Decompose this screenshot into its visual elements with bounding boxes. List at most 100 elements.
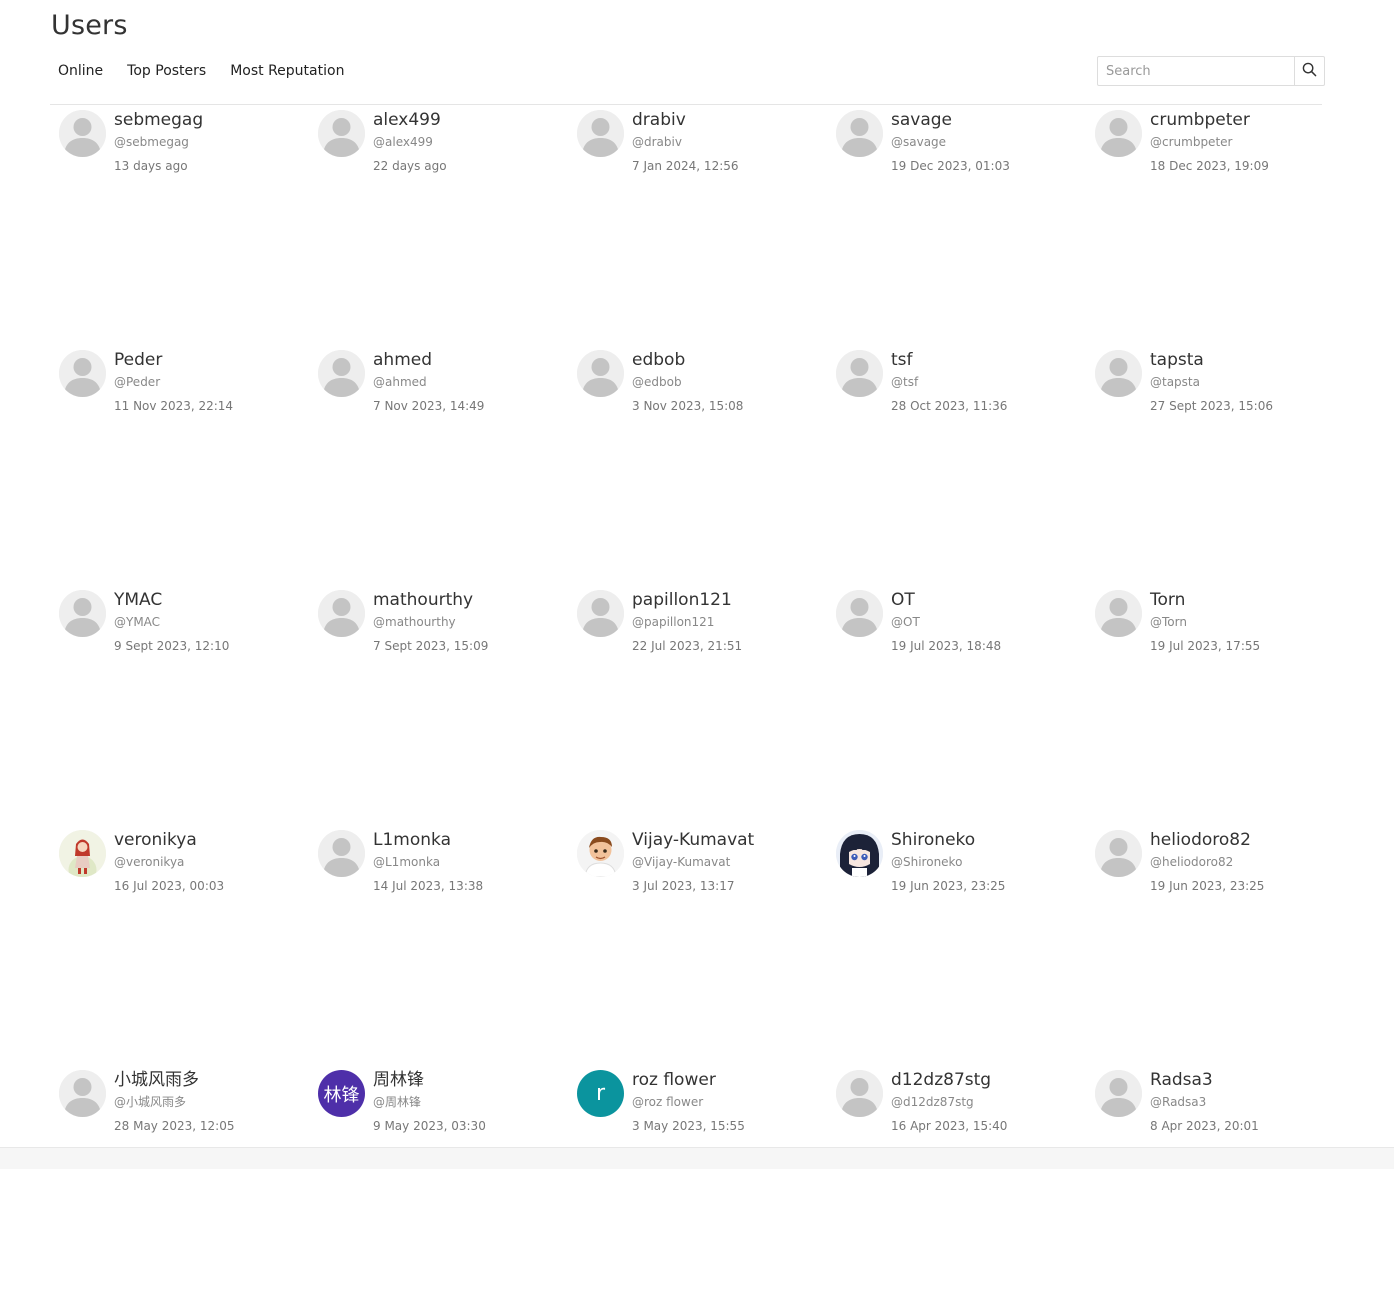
user-info: tsf @tsf 28 Oct 2023, 11:36 — [891, 350, 1007, 413]
page-title: Users — [51, 10, 128, 41]
user-name-link[interactable]: tapsta — [1150, 350, 1273, 370]
avatar[interactable] — [1095, 350, 1142, 397]
avatar[interactable] — [1095, 110, 1142, 157]
default-user-icon — [836, 110, 883, 157]
user-name-link[interactable]: alex499 — [373, 110, 447, 130]
default-user-icon — [1095, 110, 1142, 157]
avatar[interactable] — [577, 590, 624, 637]
user-name-link[interactable]: Torn — [1150, 590, 1260, 610]
avatar[interactable] — [59, 110, 106, 157]
user-name-link[interactable]: ahmed — [373, 350, 484, 370]
avatar[interactable] — [318, 830, 365, 877]
user-card: 林锋 周林锋 @周林锋 9 May 2023, 03:30 — [318, 1070, 577, 1310]
avatar[interactable] — [577, 110, 624, 157]
avatar[interactable] — [836, 830, 883, 877]
avatar[interactable] — [836, 110, 883, 157]
avatar[interactable] — [577, 350, 624, 397]
avatar[interactable]: r — [577, 1070, 624, 1117]
user-handle: @sebmegag — [114, 135, 189, 149]
avatar[interactable] — [577, 830, 624, 877]
tab-most-reputation[interactable]: Most Reputation — [222, 60, 352, 82]
user-info: savage @savage 19 Dec 2023, 01:03 — [891, 110, 1010, 173]
user-name-link[interactable]: roz flower — [632, 1070, 745, 1090]
user-card: papillon121 @papillon121 22 Jul 2023, 21:5… — [577, 590, 836, 830]
user-name-link[interactable]: OT — [891, 590, 1001, 610]
search-button[interactable] — [1295, 56, 1325, 86]
user-name-link[interactable]: savage — [891, 110, 1010, 130]
user-handle: @tapsta — [1150, 375, 1200, 389]
user-name-link[interactable]: edbob — [632, 350, 743, 370]
user-name-link[interactable]: tsf — [891, 350, 1007, 370]
avatar[interactable] — [59, 830, 106, 877]
header-divider — [50, 104, 1322, 105]
user-handle: @roz flower — [632, 1095, 704, 1109]
user-name-link[interactable]: Radsa3 — [1150, 1070, 1259, 1090]
user-name-link[interactable]: drabiv — [632, 110, 739, 130]
avatar[interactable] — [1095, 590, 1142, 637]
user-handle: @Torn — [1150, 615, 1187, 629]
user-name-link[interactable]: papillon121 — [632, 590, 742, 610]
avatar[interactable] — [59, 590, 106, 637]
avatar[interactable] — [318, 350, 365, 397]
user-name-link[interactable]: 周林锋 — [373, 1070, 486, 1090]
user-name-link[interactable]: L1monka — [373, 830, 483, 850]
user-card: ahmed @ahmed 7 Nov 2023, 14:49 — [318, 350, 577, 590]
user-joined-time: 19 Jun 2023, 23:25 — [1150, 879, 1265, 893]
user-name-link[interactable]: Vijay-Kumavat — [632, 830, 754, 850]
user-name-link[interactable]: Shironeko — [891, 830, 1005, 850]
user-name-link[interactable]: Peder — [114, 350, 233, 370]
user-filter-tabs: Online Top Posters Most Reputation — [50, 60, 360, 82]
user-info: tapsta @tapsta 27 Sept 2023, 15:06 — [1150, 350, 1273, 413]
user-joined-time: 28 Oct 2023, 11:36 — [891, 399, 1008, 413]
user-info: heliodoro82 @heliodoro82 19 Jun 2023, 23:2… — [1150, 830, 1264, 893]
tab-online[interactable]: Online — [50, 60, 111, 82]
default-user-icon — [577, 350, 624, 397]
user-handle: @drabiv — [632, 135, 682, 149]
avatar[interactable] — [836, 350, 883, 397]
user-joined-time: 11 Nov 2023, 22:14 — [114, 399, 234, 413]
user-name-link[interactable]: YMAC — [114, 590, 229, 610]
user-card: Torn @Torn 19 Jul 2023, 17:55 — [1095, 590, 1354, 830]
user-card: OT @OT 19 Jul 2023, 18:48 — [836, 590, 1095, 830]
user-card: sebmegag @sebmegag 13 days ago — [59, 110, 318, 350]
search-box — [1097, 56, 1325, 86]
avatar[interactable] — [318, 590, 365, 637]
user-name-link[interactable]: d12dz87stg — [891, 1070, 1007, 1090]
default-user-icon — [577, 110, 624, 157]
users-grid: sebmegag @sebmegag 13 days ago alex499 @alex… — [59, 110, 1354, 1310]
avatar[interactable] — [318, 110, 365, 157]
user-name-link[interactable]: crumbpeter — [1150, 110, 1269, 130]
avatar[interactable]: 林锋 — [318, 1070, 365, 1117]
user-name-link[interactable]: veronikya — [114, 830, 224, 850]
user-name-link[interactable]: mathourthy — [373, 590, 488, 610]
user-handle: @crumbpeter — [1150, 135, 1233, 149]
avatar[interactable] — [836, 590, 883, 637]
user-handle: @papillon121 — [632, 615, 715, 629]
user-joined-time: 7 Jan 2024, 12:56 — [632, 159, 739, 173]
user-handle: @alex499 — [373, 135, 433, 149]
user-handle: @Shironeko — [891, 855, 963, 869]
user-handle: @edbob — [632, 375, 682, 389]
user-name-link[interactable]: 小城风雨多 — [114, 1070, 234, 1090]
avatar[interactable] — [1095, 1070, 1142, 1117]
user-joined-time: 7 Sept 2023, 15:09 — [373, 639, 489, 653]
user-photo — [59, 830, 106, 877]
user-name-link[interactable]: sebmegag — [114, 110, 203, 130]
footer-bar — [0, 1147, 1394, 1169]
search-input[interactable] — [1097, 56, 1295, 86]
avatar[interactable] — [836, 1070, 883, 1117]
user-info: 小城风雨多 @小城风雨多 28 May 2023, 12:05 — [114, 1070, 234, 1133]
avatar[interactable] — [59, 350, 106, 397]
tab-top-posters[interactable]: Top Posters — [119, 60, 214, 82]
user-handle: @heliodoro82 — [1150, 855, 1234, 869]
user-card: Vijay-Kumavat @Vijay-Kumavat 3 Jul 2023, 1… — [577, 830, 836, 1070]
user-joined-time: 28 May 2023, 12:05 — [114, 1119, 235, 1133]
avatar[interactable] — [1095, 830, 1142, 877]
user-info: ahmed @ahmed 7 Nov 2023, 14:49 — [373, 350, 484, 413]
user-card: alex499 @alex499 22 days ago — [318, 110, 577, 350]
user-name-link[interactable]: heliodoro82 — [1150, 830, 1264, 850]
user-info: crumbpeter @crumbpeter 18 Dec 2023, 19:09 — [1150, 110, 1269, 173]
default-user-icon — [577, 590, 624, 637]
user-joined-time: 9 Sept 2023, 12:10 — [114, 639, 230, 653]
avatar[interactable] — [59, 1070, 106, 1117]
